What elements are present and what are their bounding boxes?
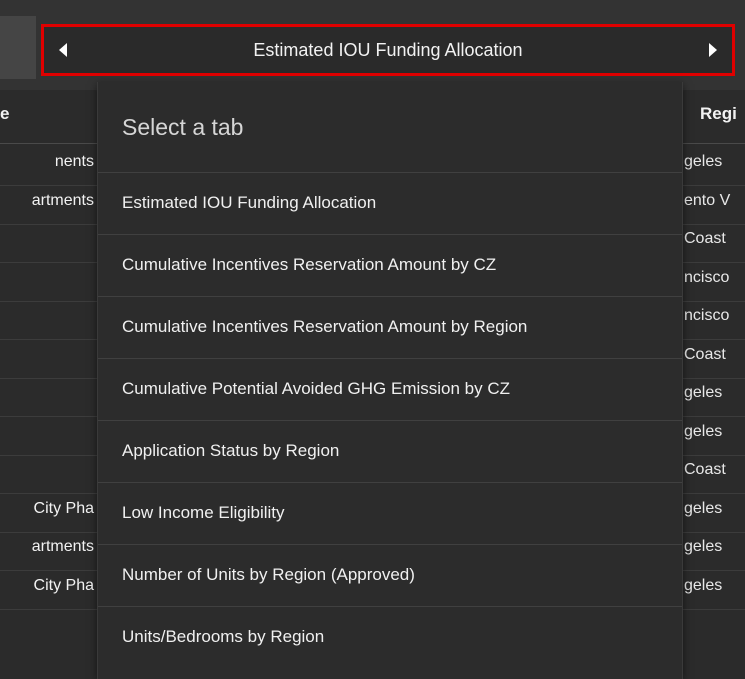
- column-header-region[interactable]: Regi: [700, 104, 737, 124]
- tab-option[interactable]: Cumulative Incentives Reservation Amount…: [98, 234, 682, 295]
- table-cell-name: [0, 384, 96, 408]
- current-tab-title[interactable]: Estimated IOU Funding Allocation: [84, 27, 692, 73]
- tab-option-label: Low Income Eligibility: [122, 502, 285, 522]
- table-cell-region: Coast: [684, 461, 726, 478]
- table-cell-name: [0, 346, 96, 370]
- previous-tab-arrow-icon[interactable]: [54, 41, 74, 59]
- table-cell-region: geles: [684, 384, 723, 401]
- table-cell-region: Coast: [684, 230, 726, 247]
- table-cell-name: [0, 461, 96, 485]
- tab-selector-dropdown: Select a tab Estimated IOU Funding Alloc…: [97, 82, 683, 679]
- table-cell-name: artments: [0, 538, 96, 562]
- tab-option-label: Cumulative Incentives Reservation Amount…: [122, 254, 497, 274]
- tab-option[interactable]: Estimated IOU Funding Allocation: [98, 172, 682, 233]
- table-cell-region: geles: [684, 500, 723, 517]
- next-tab-arrow-icon[interactable]: [702, 41, 722, 59]
- tab-option[interactable]: Units/Bedrooms by Region: [98, 606, 682, 667]
- table-cell-name-text: nents: [54, 153, 94, 170]
- tab-option[interactable]: Application Status by Region: [98, 420, 682, 481]
- table-cell-region: Coast: [684, 346, 726, 363]
- table-cell-name-text: City Pha: [33, 500, 94, 517]
- table-cell-region: geles: [684, 577, 723, 594]
- left-panel-stub: [0, 16, 36, 79]
- table-cell-name: City Pha: [0, 577, 96, 601]
- tab-option-label: Application Status by Region: [122, 440, 340, 460]
- table-cell-region: ncisco: [684, 269, 730, 286]
- column-header-name[interactable]: e: [0, 104, 9, 124]
- table-cell-name: City Pha: [0, 500, 96, 524]
- tab-option-label: Estimated IOU Funding Allocation: [122, 192, 377, 212]
- table-cell-region: geles: [684, 538, 723, 555]
- tab-option-label: Units/Bedrooms by Region: [122, 626, 325, 646]
- tab-option-label: Number of Units by Region (Approved): [122, 564, 415, 584]
- tab-option[interactable]: Low Income Eligibility: [98, 482, 682, 543]
- table-cell-region: ento V: [684, 192, 731, 209]
- tab-option[interactable]: Cumulative Incentives Reservation Amount…: [98, 296, 682, 357]
- tab-option[interactable]: Number of Units by Region (Approved): [98, 544, 682, 605]
- tab-option-label: Cumulative Potential Avoided GHG Emissio…: [122, 378, 511, 398]
- table-cell-region: geles: [684, 153, 723, 170]
- table-cell-name: nents: [0, 153, 96, 177]
- dropdown-header: Select a tab: [122, 114, 244, 140]
- table-cell-name: artments: [0, 192, 96, 216]
- tab-option-label: Cumulative Incentives Reservation Amount…: [122, 316, 528, 336]
- table-cell-name: [0, 230, 96, 254]
- tab-switcher[interactable]: Estimated IOU Funding Allocation: [41, 24, 735, 76]
- table-cell-region: ncisco: [684, 307, 730, 324]
- table-cell-name: [0, 269, 96, 293]
- table-cell-name: [0, 307, 96, 331]
- table-cell-name: [0, 423, 96, 447]
- table-cell-name-text: City Pha: [33, 577, 94, 594]
- table-cell-region: geles: [684, 423, 723, 440]
- tab-option[interactable]: Cumulative Potential Avoided GHG Emissio…: [98, 358, 682, 419]
- table-cell-name-text: artments: [31, 538, 94, 555]
- table-cell-name-text: artments: [31, 192, 94, 209]
